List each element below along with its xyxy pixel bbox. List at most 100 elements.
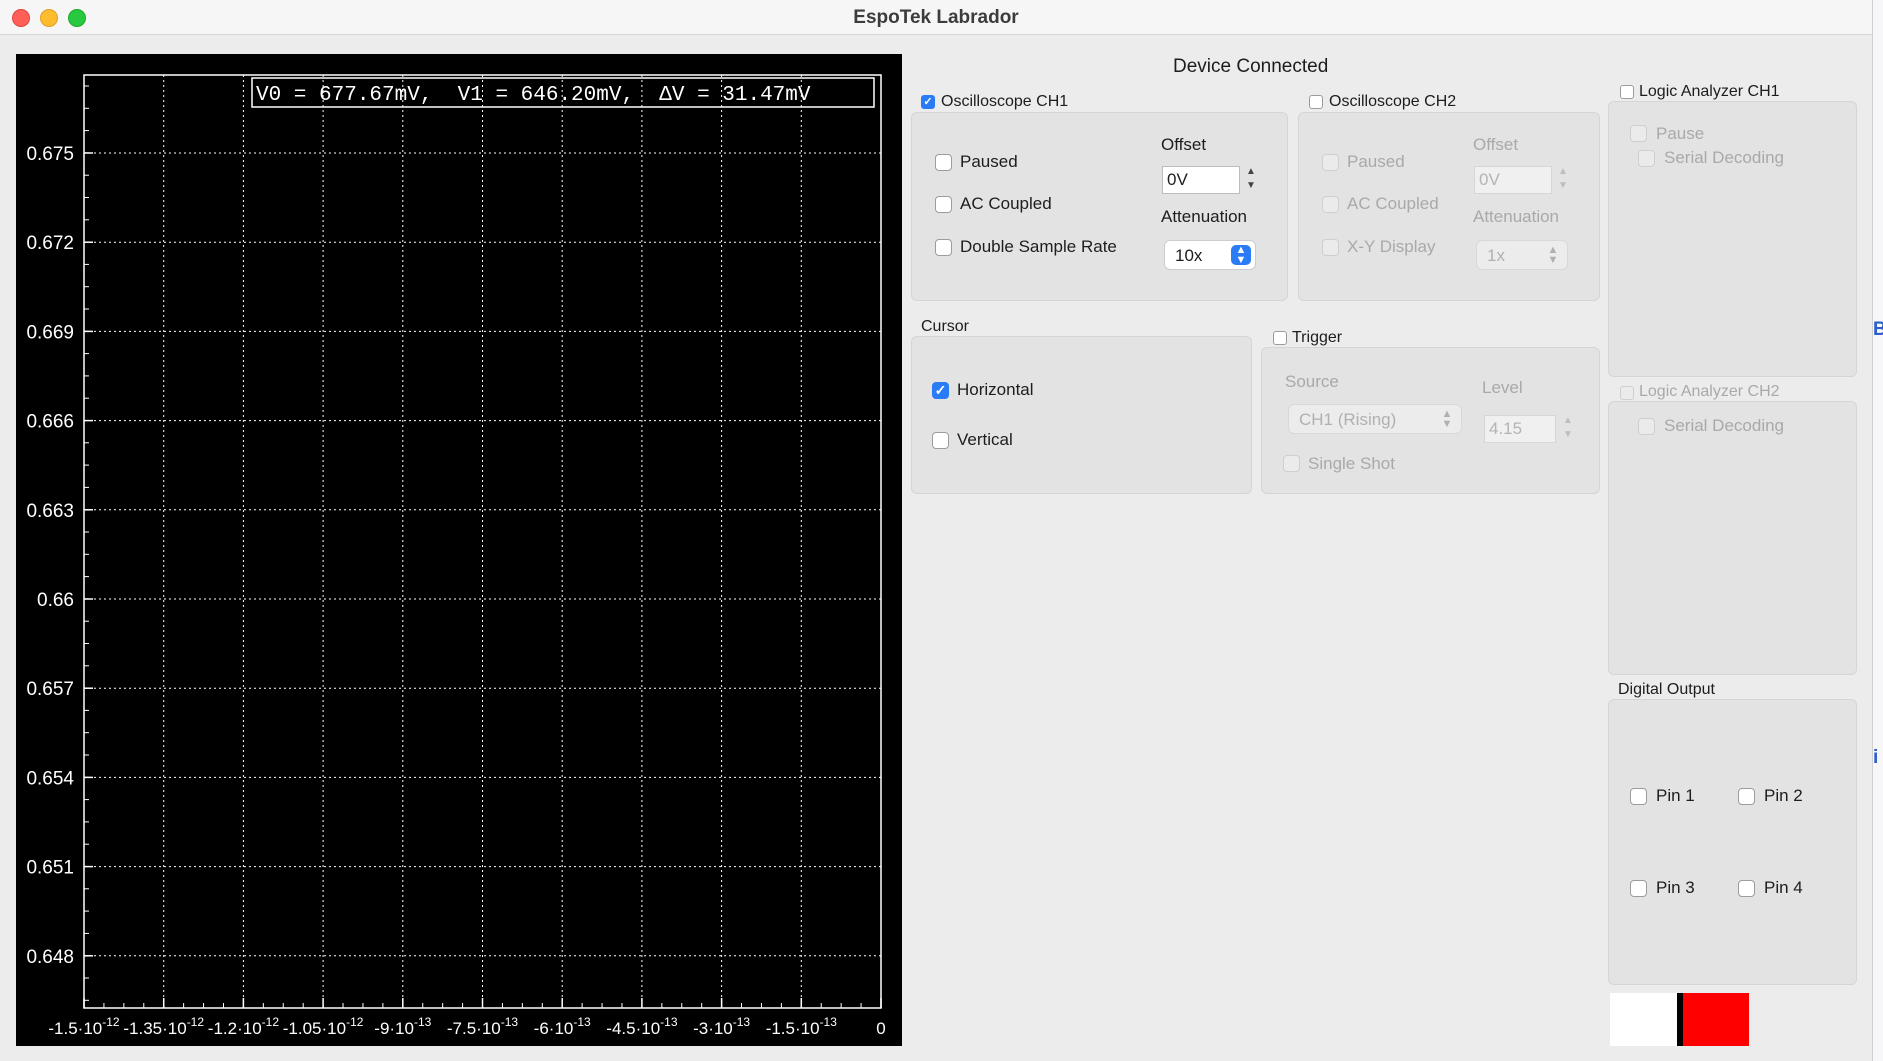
ch2-offset-label: Offset xyxy=(1473,135,1519,154)
app-window: EspoTek Labrador 0.675 0.672 0.669 0.666 0.6… xyxy=(0,0,1872,1061)
digital-output-label: Digital Output xyxy=(1618,681,1715,698)
chevron-updown-icon: ▲ ▼ xyxy=(1441,408,1453,430)
y-tick-label: 0.672 xyxy=(26,233,74,254)
logic-ch1-serial-checkbox[interactable] xyxy=(1638,150,1655,167)
ch2-attenuation-label: Attenuation xyxy=(1473,207,1560,226)
pin3-label: Pin 3 xyxy=(1656,878,1695,897)
indicator-red-swatch xyxy=(1683,993,1749,1046)
plot-canvas[interactable]: 0.675 0.672 0.669 0.666 0.663 0.66 0.657 0.654 0… xyxy=(16,54,902,1046)
y-tick-label: 0.651 xyxy=(26,858,74,879)
ch1-double-rate-checkbox[interactable] xyxy=(935,239,952,256)
ch2-xy-display-label: X-Y Display xyxy=(1347,237,1436,256)
y-tick-label: 0.66 xyxy=(37,590,74,611)
ch2-paused-checkbox[interactable] xyxy=(1322,154,1339,171)
plot-grid xyxy=(83,74,882,1009)
device-status: Device Connected xyxy=(1173,56,1329,77)
logic-ch1-serial-label: Serial Decoding xyxy=(1664,148,1785,167)
ch1-offset-label: Offset xyxy=(1161,135,1207,154)
y-tick-label: 0.669 xyxy=(26,322,74,343)
ch2-offset-input[interactable]: 0V xyxy=(1474,166,1552,194)
pin2-checkbox[interactable] xyxy=(1738,788,1755,805)
logic-ch2-serial-label: Serial Decoding xyxy=(1664,416,1785,435)
pin2-label: Pin 2 xyxy=(1764,786,1803,805)
y-tick-label: 0.654 xyxy=(26,768,74,789)
trigger-level-stepper[interactable]: ▲ ▼ xyxy=(1560,414,1576,444)
logic-ch2-enable-checkbox[interactable] xyxy=(1620,386,1634,400)
y-tick-label: 0.648 xyxy=(26,947,74,968)
y-tick-label: 0.666 xyxy=(26,412,74,433)
ch1-enable-checkbox[interactable]: ✓ xyxy=(921,95,935,109)
logic-ch1-enable-checkbox[interactable] xyxy=(1620,85,1634,99)
background-text-fragment: i xyxy=(1873,747,1879,768)
x-tick-label: -1.5·10-13 xyxy=(766,1015,838,1038)
ch1-offset-stepper[interactable]: ▲ ▼ xyxy=(1243,165,1259,195)
trigger-group-label: Trigger xyxy=(1292,329,1343,346)
x-tick-label: -1.2·10-12 xyxy=(208,1015,280,1038)
cursor-horizontal-checkbox[interactable]: ✓ xyxy=(932,382,949,399)
background-text-fragment: B xyxy=(1873,319,1883,340)
x-tick-label: -1.5·10-12 xyxy=(48,1015,120,1038)
trigger-source-value: CH1 (Rising) xyxy=(1299,410,1397,429)
ch1-ac-coupled-checkbox[interactable] xyxy=(935,196,952,213)
trigger-source-label: Source xyxy=(1285,372,1339,391)
ch1-double-rate-label: Double Sample Rate xyxy=(960,237,1117,256)
background-window-edge: B i xyxy=(1872,0,1883,1061)
trigger-source-select[interactable]: CH1 (Rising) ▲ ▼ xyxy=(1288,404,1462,434)
logic-ch1-pause-label: Pause xyxy=(1656,124,1705,143)
trigger-level-label: Level xyxy=(1482,378,1523,397)
y-tick-label: 0.675 xyxy=(26,144,74,165)
x-tick-label: -1.35·10-12 xyxy=(123,1015,204,1038)
ch1-attenuation-label: Attenuation xyxy=(1161,207,1248,226)
cursor-vertical-checkbox[interactable] xyxy=(932,432,949,449)
logic-ch2-serial-checkbox[interactable] xyxy=(1638,418,1655,435)
ch1-ac-coupled-label: AC Coupled xyxy=(960,194,1052,213)
x-tick-label: -6·10-13 xyxy=(534,1015,591,1038)
ch1-paused-checkbox[interactable] xyxy=(935,154,952,171)
logic-ch1-group-label: Logic Analyzer CH1 xyxy=(1639,83,1780,100)
digital-output-group xyxy=(1608,699,1857,985)
x-tick-label: -9·10-13 xyxy=(374,1015,431,1038)
title-bar: EspoTek Labrador xyxy=(0,0,1872,35)
pin1-checkbox[interactable] xyxy=(1630,788,1647,805)
ch2-ac-coupled-label: AC Coupled xyxy=(1347,194,1439,213)
ch2-offset-stepper[interactable]: ▲ ▼ xyxy=(1555,165,1571,195)
logic-ch1-group xyxy=(1608,101,1857,377)
x-tick-label: -3·10-13 xyxy=(693,1015,750,1038)
ch1-group-label: Oscilloscope CH1 xyxy=(941,93,1069,110)
chevron-updown-icon: ▲ ▼ xyxy=(1231,245,1251,266)
oscilloscope-plot[interactable]: 0.675 0.672 0.669 0.666 0.663 0.66 0.657 0.654 0… xyxy=(16,54,902,1046)
ch1-attenuation-value: 10x xyxy=(1175,246,1203,265)
cursor-group xyxy=(911,336,1252,494)
ch2-attenuation-value: 1x xyxy=(1487,246,1505,265)
ch2-enable-checkbox[interactable] xyxy=(1309,95,1323,109)
ch2-xy-display-checkbox[interactable] xyxy=(1322,239,1339,256)
cursor-vertical-label: Vertical xyxy=(957,430,1013,449)
trigger-single-shot-checkbox[interactable] xyxy=(1283,455,1300,472)
x-tick-label: -1.05·10-12 xyxy=(283,1015,364,1038)
x-tick-labels: -1.5·10-12 -1.35·10-12 -1.2·10-12 -1.05·10-… xyxy=(48,1015,885,1038)
ch1-paused-label: Paused xyxy=(960,152,1018,171)
cursor-group-label: Cursor xyxy=(921,318,970,335)
logic-ch1-pause-checkbox[interactable] xyxy=(1630,125,1647,142)
cursor-readout-text: V0 = 677.67mV, V1 = 646.20mV, ΔV = 31.47… xyxy=(256,84,811,107)
x-tick-label: -4.5·10-13 xyxy=(606,1015,678,1038)
pin4-checkbox[interactable] xyxy=(1738,880,1755,897)
y-tick-label: 0.663 xyxy=(26,501,74,522)
x-tick-label: -7.5·10-13 xyxy=(447,1015,519,1038)
indicator-white-swatch xyxy=(1610,993,1677,1046)
pin1-label: Pin 1 xyxy=(1656,786,1695,805)
ch2-attenuation-select[interactable]: 1x ▲ ▼ xyxy=(1476,240,1568,270)
cursor-horizontal-label: Horizontal xyxy=(957,380,1034,399)
trigger-level-input[interactable]: 4.15 xyxy=(1484,415,1556,443)
trigger-enable-checkbox[interactable] xyxy=(1273,331,1287,345)
logic-ch2-group xyxy=(1608,401,1857,675)
chevron-updown-icon: ▲ ▼ xyxy=(1547,244,1559,266)
y-tick-labels: 0.675 0.672 0.669 0.666 0.663 0.66 0.657 0.654 0… xyxy=(26,144,74,968)
ch1-attenuation-select[interactable]: 10x ▲ ▼ xyxy=(1164,240,1256,270)
pin3-checkbox[interactable] xyxy=(1630,880,1647,897)
ch2-ac-coupled-checkbox[interactable] xyxy=(1322,196,1339,213)
ch1-offset-input[interactable]: 0V xyxy=(1162,166,1240,194)
logic-ch2-group-label: Logic Analyzer CH2 xyxy=(1639,383,1780,400)
pin4-label: Pin 4 xyxy=(1764,878,1803,897)
trigger-single-shot-label: Single Shot xyxy=(1308,454,1395,473)
